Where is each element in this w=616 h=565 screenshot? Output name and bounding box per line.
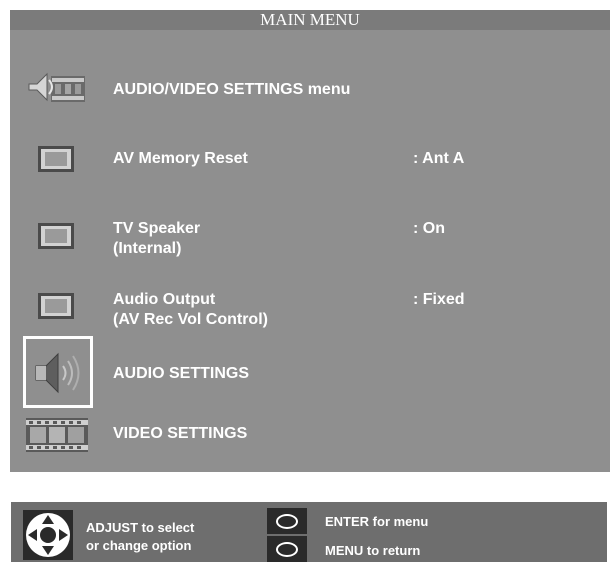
menu-item-audio-settings[interactable]: AUDIO SETTINGS <box>10 340 610 406</box>
menu-item-audio-output[interactable]: Audio Output (AV Rec Vol Control) : Fixe… <box>10 283 610 337</box>
menu-item-av-memory-reset[interactable]: AV Memory Reset : Ant A <box>10 138 610 182</box>
main-menu-panel: AUDIO/VIDEO SETTINGS menu AV Memory Rese… <box>10 30 610 472</box>
menu-item-value: : On <box>413 220 445 237</box>
film-strip-icon <box>26 414 88 461</box>
menu-title-bar: MAIN MENU <box>10 10 610 30</box>
menu-item-label: AV Memory Reset <box>113 150 248 167</box>
menu-item-label: AUDIO SETTINGS <box>113 365 250 382</box>
menu-item-sublabel: (AV Rec Vol Control) <box>113 311 268 328</box>
menu-item-video-settings[interactable]: VIDEO SETTINGS <box>10 410 610 460</box>
tv-icon <box>38 146 74 177</box>
menu-item-audio-video-settings[interactable]: AUDIO/VIDEO SETTINGS menu <box>10 60 610 116</box>
menu-item-label: TV Speaker <box>113 220 201 237</box>
menu-hint: MENU to return <box>325 543 421 558</box>
audio-video-settings-icon <box>25 66 87 113</box>
menu-item-sublabel: (Internal) <box>113 240 182 257</box>
menu-item-label: AUDIO/VIDEO SETTINGS menu <box>113 81 351 98</box>
enter-button-icon <box>267 508 307 534</box>
menu-item-tv-speaker[interactable]: TV Speaker (Internal) : On <box>10 213 610 267</box>
menu-item-value: : Fixed <box>413 291 465 308</box>
menu-button-icon <box>267 536 307 562</box>
help-bar: ADJUST to select or change option ENTER … <box>11 502 607 562</box>
adjust-hint-line1: ADJUST to select <box>86 520 195 535</box>
tv-icon <box>38 223 74 254</box>
speaker-icon <box>30 346 86 405</box>
dpad-icon <box>23 510 73 565</box>
menu-item-value: : Ant A <box>413 150 465 167</box>
menu-item-label: Audio Output <box>113 291 216 308</box>
menu-item-label: VIDEO SETTINGS <box>113 425 248 442</box>
adjust-hint-line2: or change option <box>86 538 192 553</box>
menu-title: MAIN MENU <box>260 10 360 29</box>
enter-hint: ENTER for menu <box>325 514 429 529</box>
tv-icon <box>38 293 74 324</box>
